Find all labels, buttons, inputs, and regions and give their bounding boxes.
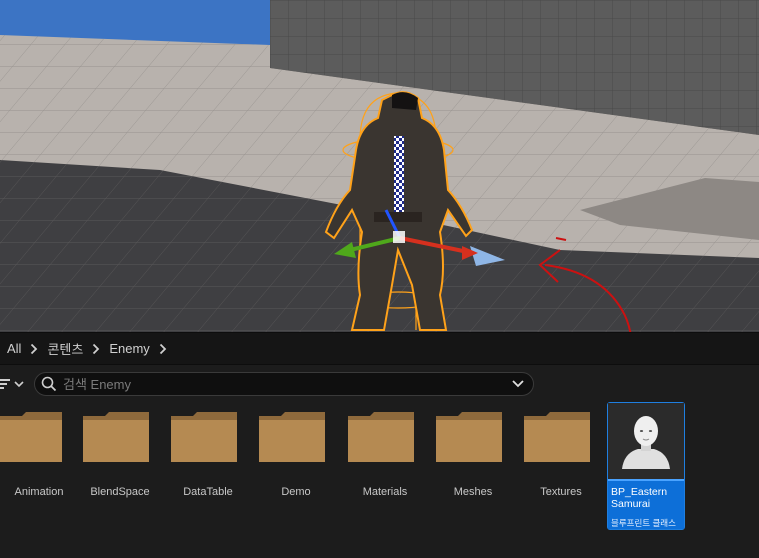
- content-browser: All 콘텐츠 Enemy 검색 Enemy Animation BlendSp…: [0, 332, 759, 558]
- filter-icon: [0, 379, 10, 389]
- folder-label: Demo: [281, 486, 311, 498]
- folder-label: BlendSpace: [90, 486, 150, 498]
- viewport-scene: [0, 0, 759, 332]
- search-box[interactable]: [34, 372, 534, 396]
- folder-icon: [0, 412, 62, 462]
- folder-tile-meshes[interactable]: Meshes: [432, 402, 510, 512]
- folder-tile-materials[interactable]: Materials: [344, 402, 422, 512]
- chevron-right-icon[interactable]: [150, 333, 176, 364]
- folder-icon: [171, 412, 237, 462]
- folder-icon: [83, 412, 149, 462]
- chevron-down-icon: [14, 381, 24, 388]
- folder-tile-datatable[interactable]: DataTable: [167, 402, 245, 512]
- folder-icon: [524, 412, 590, 462]
- chevron-down-icon[interactable]: [511, 379, 525, 389]
- search-input[interactable]: [57, 376, 511, 392]
- folder-label: Textures: [540, 486, 582, 498]
- breadcrumb-item-enemy[interactable]: Enemy: [109, 333, 149, 364]
- folder-label: Animation: [14, 486, 64, 498]
- folder-icon: [259, 412, 325, 462]
- asset-info: BP_Eastern Samurai 블루프린트 클래스: [608, 481, 684, 529]
- filter-bar: [0, 370, 759, 398]
- folder-tile-textures[interactable]: Textures: [520, 402, 598, 512]
- folder-label: Materials: [362, 486, 408, 498]
- folder-label: Meshes: [453, 486, 493, 498]
- folder-tile-blendspace[interactable]: BlendSpace: [79, 402, 157, 512]
- chevron-right-icon[interactable]: [21, 333, 47, 364]
- breadcrumb-item-content[interactable]: 콘텐츠: [47, 333, 83, 364]
- breadcrumb-item-all[interactable]: All: [0, 333, 21, 364]
- filter-button[interactable]: [0, 374, 28, 394]
- folder-icon: [348, 412, 414, 462]
- breadcrumb: All 콘텐츠 Enemy: [0, 332, 759, 365]
- asset-name: BP_Eastern Samurai: [611, 486, 668, 510]
- search-icon: [41, 376, 57, 392]
- asset-type-label: 블루프린트 클래스: [611, 518, 676, 528]
- folder-label: DataTable: [183, 486, 233, 498]
- folder-icon: [436, 412, 502, 462]
- chevron-right-icon[interactable]: [83, 333, 109, 364]
- asset-tile-bp-eastern-samurai[interactable]: BP_Eastern Samurai 블루프린트 클래스: [607, 402, 685, 530]
- folder-tile-demo[interactable]: Demo: [255, 402, 333, 512]
- level-viewport[interactable]: [0, 0, 759, 332]
- folder-tile-animation[interactable]: Animation: [0, 402, 70, 512]
- asset-thumbnail: [608, 403, 684, 479]
- character-thumbnail-icon: [622, 416, 670, 469]
